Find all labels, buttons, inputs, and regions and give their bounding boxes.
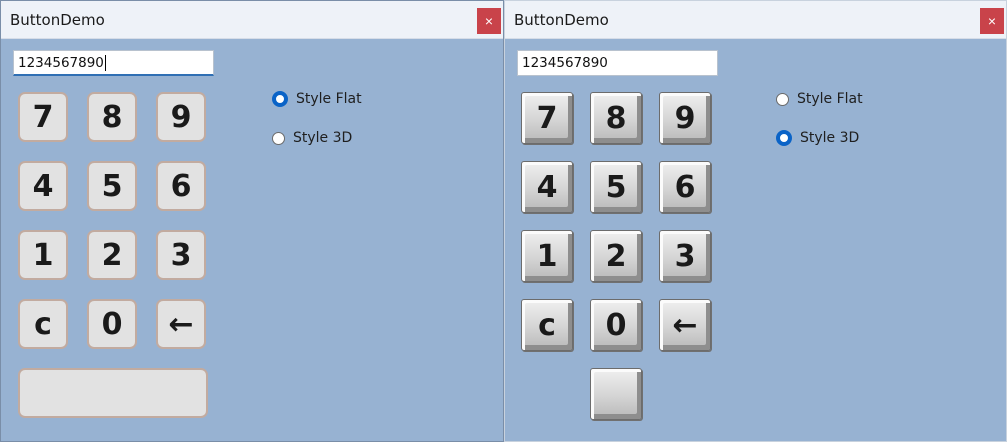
calculator-window-flat: ButtonDemo × 1234567890 7 8 9 4 5 6 1 2 … xyxy=(0,0,504,442)
key-1[interactable]: 1 xyxy=(18,230,68,280)
key-8[interactable]: 8 xyxy=(590,92,642,144)
key-clear[interactable]: c xyxy=(521,299,573,351)
key-4[interactable]: 4 xyxy=(18,161,68,211)
key-5[interactable]: 5 xyxy=(590,161,642,213)
calculator-window-3d: ButtonDemo × 1234567890 7 8 9 4 5 6 1 2 … xyxy=(504,0,1007,442)
key-1[interactable]: 1 xyxy=(521,230,573,282)
close-button[interactable]: × xyxy=(477,8,501,34)
number-display-input[interactable]: 1234567890 xyxy=(13,50,214,76)
radio-checked-icon xyxy=(776,130,792,146)
key-2[interactable]: 2 xyxy=(87,230,137,280)
key-6[interactable]: 6 xyxy=(659,161,711,213)
radio-style-flat[interactable]: Style Flat xyxy=(776,91,863,107)
key-9[interactable]: 9 xyxy=(659,92,711,144)
display-value: 1234567890 xyxy=(522,55,608,71)
key-blank[interactable] xyxy=(590,368,642,420)
key-0[interactable]: 0 xyxy=(590,299,642,351)
radio-unchecked-icon xyxy=(272,131,285,145)
radio-unchecked-icon xyxy=(776,92,789,106)
key-clear[interactable]: c xyxy=(18,299,68,349)
radio-checked-icon xyxy=(272,91,288,107)
key-3[interactable]: 3 xyxy=(156,230,206,280)
radio-label: Style 3D xyxy=(293,130,353,146)
key-2[interactable]: 2 xyxy=(590,230,642,282)
number-display-input[interactable]: 1234567890 xyxy=(517,50,718,76)
window-title: ButtonDemo xyxy=(514,11,609,29)
key-3[interactable]: 3 xyxy=(659,230,711,282)
radio-style-flat[interactable]: Style Flat xyxy=(272,91,362,107)
radio-label: Style Flat xyxy=(296,91,362,107)
key-7[interactable]: 7 xyxy=(521,92,573,144)
key-6[interactable]: 6 xyxy=(156,161,206,211)
radio-label: Style Flat xyxy=(797,91,863,107)
close-button[interactable]: × xyxy=(980,8,1004,34)
key-7[interactable]: 7 xyxy=(18,92,68,142)
key-backspace[interactable]: ← xyxy=(156,299,206,349)
key-0[interactable]: 0 xyxy=(87,299,137,349)
title-bar[interactable]: ButtonDemo × xyxy=(505,1,1006,39)
radio-style-3d[interactable]: Style 3D xyxy=(776,130,859,146)
key-backspace[interactable]: ← xyxy=(659,299,711,351)
display-value: 1234567890 xyxy=(18,55,104,71)
key-9[interactable]: 9 xyxy=(156,92,206,142)
radio-style-3d[interactable]: Style 3D xyxy=(272,130,352,146)
key-5[interactable]: 5 xyxy=(87,161,137,211)
key-8[interactable]: 8 xyxy=(87,92,137,142)
text-caret xyxy=(104,55,106,71)
key-wide-blank[interactable] xyxy=(18,368,208,418)
title-bar[interactable]: ButtonDemo × xyxy=(1,1,503,39)
key-4[interactable]: 4 xyxy=(521,161,573,213)
window-title: ButtonDemo xyxy=(10,11,105,29)
radio-label: Style 3D xyxy=(800,130,860,146)
